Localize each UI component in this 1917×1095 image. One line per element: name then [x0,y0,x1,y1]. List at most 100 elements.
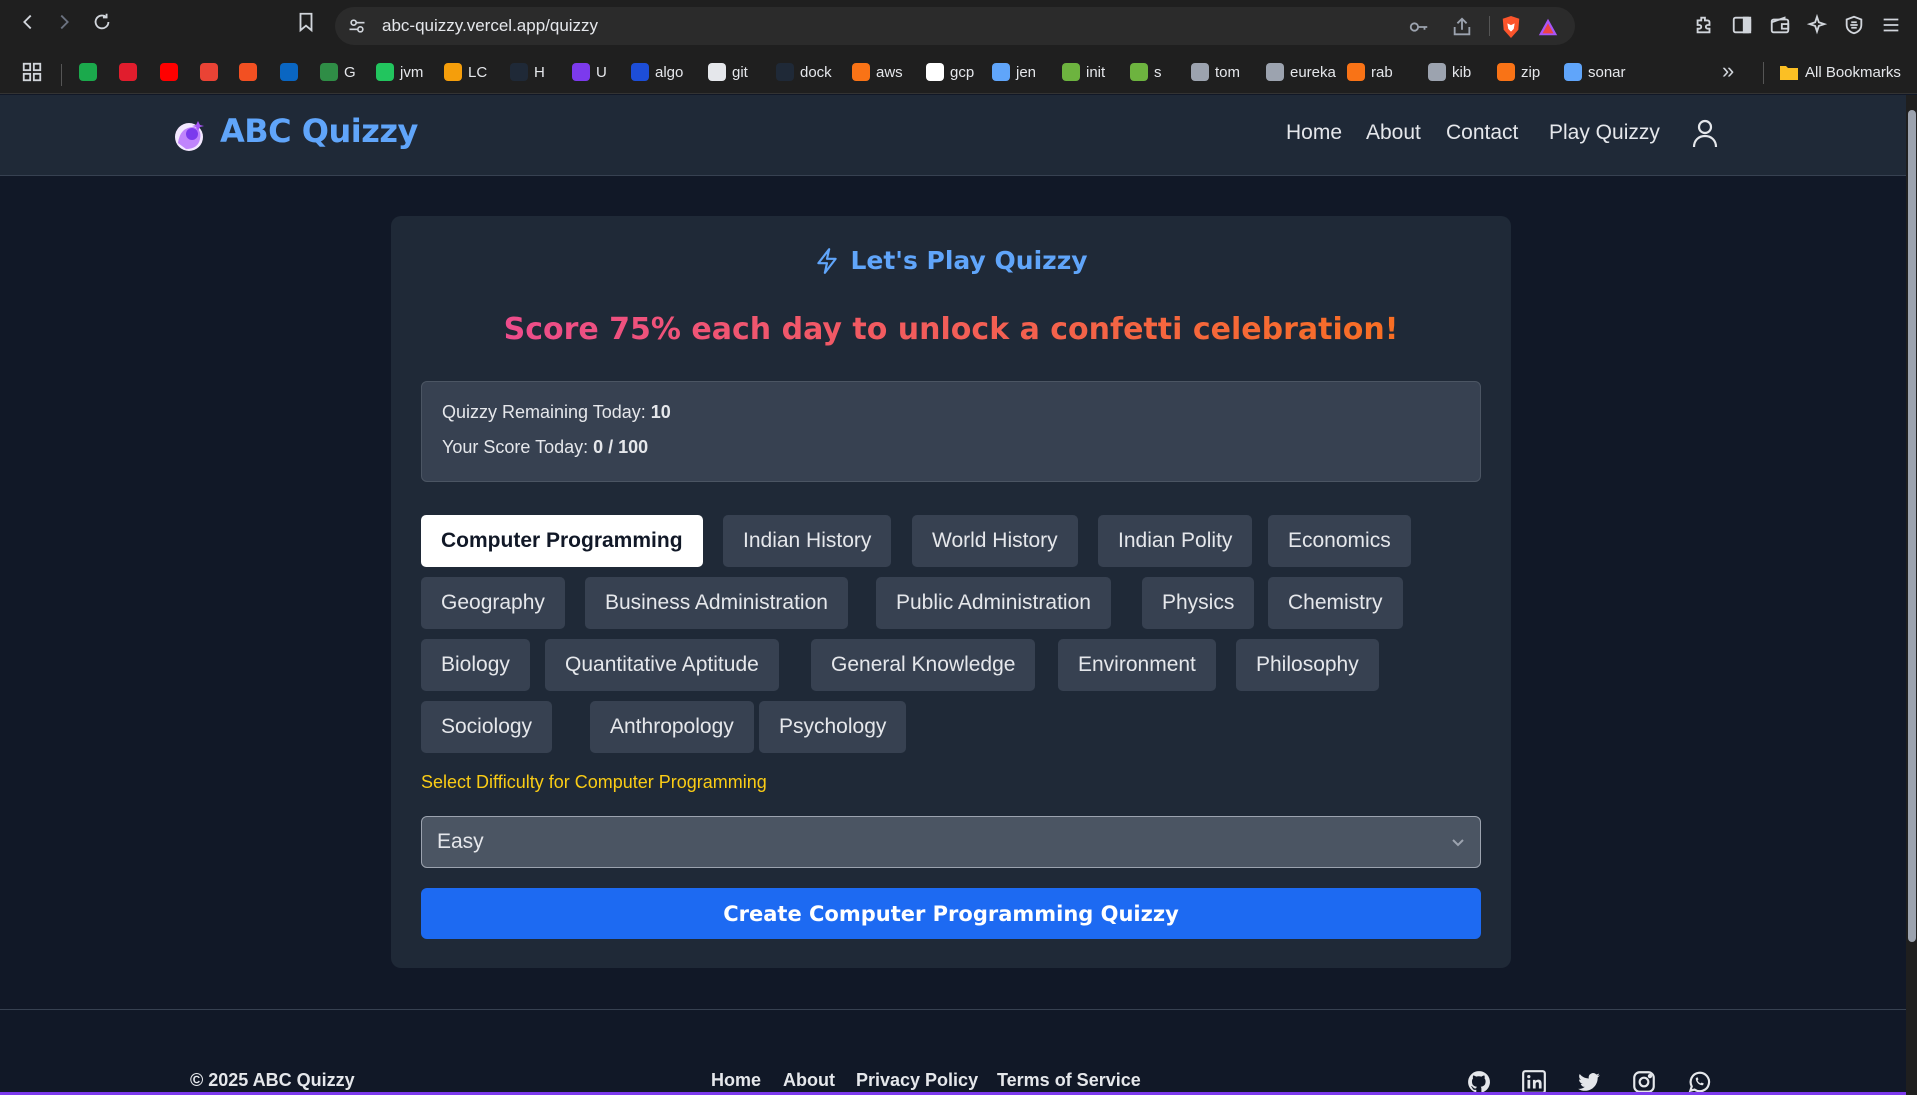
bookmark-item[interactable] [79,61,97,83]
category-button[interactable]: General Knowledge [811,639,1036,691]
key-icon[interactable] [1408,16,1430,38]
bookmark-item[interactable]: dock [776,61,832,83]
bookmark-item[interactable]: jvm [376,61,423,83]
category-button[interactable]: Indian History [723,515,892,567]
category-button[interactable]: Physics [1142,577,1255,629]
remaining-value: 10 [650,402,671,422]
bookmark-item[interactable]: kib [1428,61,1471,83]
category-button[interactable]: Quantitative Aptitude [545,639,779,691]
rabbitmq-icon [1347,63,1365,81]
brave-shields-icon[interactable] [1500,15,1522,39]
brave-rewards-icon[interactable] [1537,16,1559,38]
category-button[interactable]: Philosophy [1236,639,1379,691]
bookmark-item[interactable]: algo [631,61,683,83]
quizzy-logo-icon[interactable] [170,115,210,155]
nav-contact-link[interactable]: Contact [1446,121,1518,145]
google-icon [926,63,944,81]
category-button[interactable]: Biology [421,639,530,691]
address-bar[interactable]: abc-quizzy.vercel.app/quizzy [335,7,1575,45]
divider [61,64,62,86]
wallet-icon[interactable] [1769,14,1791,36]
bookmark-item[interactable]: sonar [1564,61,1626,83]
extensions-icon[interactable] [1693,14,1715,36]
category-button[interactable]: Anthropology [590,701,754,753]
create-quizzy-button[interactable]: Create Computer Programming Quizzy [421,888,1481,939]
browser-toolbar: abc-quizzy.vercel.app/quizzy [0,0,1917,50]
spring-icon [1130,63,1148,81]
bookmark-label: jvm [400,63,424,81]
category-button[interactable]: World History [912,515,1078,567]
bookmark-item[interactable]: s [1130,61,1162,83]
leo-ai-icon[interactable] [1806,14,1828,36]
user-profile-icon[interactable] [1690,117,1720,149]
url-text[interactable]: abc-quizzy.vercel.app/quizzy [382,16,598,36]
scrollbar-thumb[interactable] [1908,110,1916,942]
bookmark-item[interactable]: U [572,61,607,83]
share-icon[interactable] [1451,16,1473,38]
category-button[interactable]: Computer Programming [421,515,703,567]
reload-icon[interactable] [88,11,116,39]
category-button[interactable]: Public Administration [876,577,1111,629]
bookmark-item[interactable]: G [320,61,356,83]
card-title: Let's Play Quizzy [391,246,1511,275]
apps-grid-icon[interactable] [21,61,43,83]
jvm-icon [376,63,394,81]
footer-home-link[interactable]: Home [711,1070,761,1091]
aws-icon [852,63,870,81]
bookmark-item[interactable] [119,61,137,83]
bookmark-item[interactable]: aws [852,61,903,83]
bookmark-icon[interactable] [292,11,320,39]
more-bookmarks-button[interactable]: » [1722,58,1734,84]
bookmark-item[interactable]: jen [992,61,1036,83]
difficulty-select[interactable]: Easy [421,816,1481,868]
back-icon[interactable] [14,11,42,39]
footer-privacy-link[interactable]: Privacy Policy [856,1070,978,1091]
category-button[interactable]: Economics [1268,515,1411,567]
footer-about-link[interactable]: About [783,1070,835,1091]
difficulty-selected-value[interactable]: Easy [437,830,484,854]
confetti-banner: Score 75% each day to unlock a confetti … [391,312,1511,347]
category-button[interactable]: Sociology [421,701,553,753]
bookmark-item[interactable]: init [1062,61,1105,83]
nav-home-link[interactable]: Home [1286,121,1342,145]
bookmark-label: G [344,63,356,81]
category-button[interactable]: Chemistry [1268,577,1403,629]
bookmark-item[interactable]: zip [1497,61,1540,83]
bookmark-item[interactable] [239,61,257,83]
site-settings-icon[interactable] [347,16,367,36]
category-button[interactable]: Environment [1058,639,1216,691]
bookmark-item[interactable]: LC [444,61,487,83]
daily-stats-panel: Quizzy Remaining Today: 10 Your Score To… [421,381,1481,482]
bookmark-label: H [534,63,545,81]
category-button[interactable]: Business Administration [585,577,848,629]
nav-about-link[interactable]: About [1366,121,1421,145]
bookmark-item[interactable] [160,61,178,83]
vpn-shield-icon[interactable] [1843,14,1865,36]
bookmark-item[interactable]: tom [1191,61,1240,83]
brand-name[interactable]: ABC Quizzy [220,112,418,150]
category-button[interactable]: Indian Polity [1098,515,1253,567]
score-label: Your Score Today: [442,437,589,457]
red-diamond-icon [119,63,137,81]
category-button[interactable]: Geography [421,577,565,629]
nav-play-quizzy-link[interactable]: Play Quizzy [1549,121,1660,145]
bookmark-item[interactable]: eureka [1266,61,1336,83]
bookmark-label: eureka [1290,63,1336,81]
sidebar-icon[interactable] [1731,14,1753,36]
spring-icon [1062,63,1080,81]
bookmark-item[interactable]: H [510,61,545,83]
menu-icon[interactable] [1880,14,1902,36]
gfg-icon [320,63,338,81]
site-header: ABC Quizzy Home About Contact Play Quizz… [0,95,1906,176]
bookmark-item[interactable]: rab [1347,61,1393,83]
footer-terms-link[interactable]: Terms of Service [997,1070,1141,1091]
youtube-icon [160,63,178,81]
bookmark-item[interactable]: git [708,61,748,83]
category-button[interactable]: Psychology [759,701,907,753]
forward-icon[interactable] [50,11,78,39]
bookmark-item[interactable] [200,61,218,83]
gmail-icon [200,63,218,81]
bookmark-item[interactable] [280,61,298,83]
bookmark-item[interactable]: gcp [926,61,974,83]
all-bookmarks-button[interactable]: All Bookmarks [1779,61,1901,83]
